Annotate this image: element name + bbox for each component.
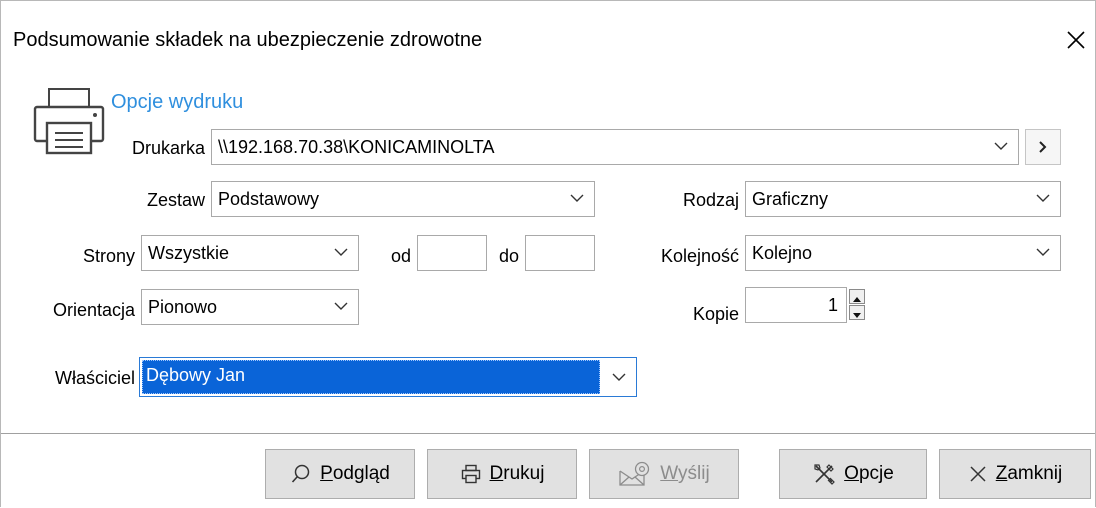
- window-title: Podsumowanie składek na ubezpieczenie zd…: [13, 29, 483, 51]
- set-label: Zestaw: [146, 190, 205, 210]
- copies-label: Kopie: [692, 304, 739, 324]
- options-button[interactable]: Opcje: [779, 449, 927, 499]
- printer-value: \\192.168.70.38\KONICAMINOLTA: [218, 137, 495, 157]
- close-button-label: Zamknij: [995, 463, 1063, 484]
- set-value: Podstawowy: [218, 189, 320, 209]
- chevron-right-icon: [1039, 141, 1047, 153]
- pages-from-label: od: [390, 246, 411, 266]
- kind-select[interactable]: Graficzny: [745, 181, 1061, 217]
- printer-icon: [461, 464, 480, 484]
- preview-button-label: Podgląd: [320, 463, 390, 484]
- footer-divider: [1, 433, 1095, 434]
- chevron-down-icon: [1036, 194, 1050, 202]
- order-value: Kolejno: [752, 243, 813, 263]
- owner-label: Właściciel: [54, 368, 135, 388]
- printer-select[interactable]: \\192.168.70.38\KONICAMINOLTA: [211, 129, 1019, 165]
- dialog-window: Podsumowanie składek na ubezpieczenie zd…: [0, 0, 1096, 507]
- search-icon: [292, 464, 310, 483]
- printer-label: Drukarka: [131, 138, 205, 158]
- chevron-down-icon: [334, 248, 348, 256]
- owner-select[interactable]: Dębowy Jan: [139, 357, 637, 397]
- copies-input[interactable]: 1: [745, 287, 847, 323]
- orientation-select[interactable]: Pionowo: [141, 289, 359, 325]
- order-label: Kolejność: [660, 246, 739, 266]
- pages-from-input[interactable]: [417, 235, 487, 271]
- print-button[interactable]: Drukuj: [427, 449, 577, 499]
- window-close-button[interactable]: [1061, 23, 1091, 57]
- order-select[interactable]: Kolejno: [745, 235, 1061, 271]
- printer-settings-button[interactable]: [1025, 129, 1061, 165]
- close-icon: [970, 466, 986, 482]
- copies-decrement-button[interactable]: [849, 305, 865, 320]
- chevron-down-icon: [570, 194, 584, 202]
- caret-down-icon: [853, 313, 861, 318]
- close-button[interactable]: Zamknij: [939, 449, 1091, 499]
- close-icon: [1067, 31, 1085, 49]
- kind-value: Graficzny: [752, 189, 829, 209]
- orientation-label: Orientacja: [52, 300, 135, 320]
- title-bar: Podsumowanie składek na ubezpieczenie zd…: [1, 1, 1095, 77]
- pages-select[interactable]: Wszystkie: [141, 235, 359, 271]
- pages-to-label: do: [498, 246, 519, 266]
- pages-to-input[interactable]: [525, 235, 595, 271]
- options-button-label: Opcje: [844, 463, 894, 484]
- preview-button[interactable]: Podgląd: [265, 449, 415, 499]
- printer-icon: [33, 88, 105, 155]
- send-button-label: Wyślij: [660, 463, 710, 484]
- copies-increment-button[interactable]: [849, 289, 865, 304]
- print-options-heading: Opcje wydruku: [111, 91, 244, 113]
- chevron-down-icon: [1036, 248, 1050, 256]
- owner-value: Dębowy Jan: [142, 360, 600, 394]
- print-button-label: Drukuj: [489, 463, 545, 484]
- set-select[interactable]: Podstawowy: [211, 181, 595, 217]
- tools-icon: [814, 464, 836, 485]
- chevron-down-icon: [612, 373, 626, 381]
- pages-label: Strony: [82, 246, 135, 266]
- copies-value: 1: [827, 295, 838, 315]
- orientation-value: Pionowo: [148, 297, 218, 317]
- copies-spinner: [849, 287, 875, 323]
- send-button[interactable]: Wyślij: [589, 449, 739, 499]
- mail-icon: [619, 461, 650, 486]
- chevron-down-icon: [334, 302, 348, 310]
- chevron-down-icon: [994, 142, 1008, 150]
- kind-label: Rodzaj: [682, 190, 739, 210]
- pages-value: Wszystkie: [148, 243, 229, 263]
